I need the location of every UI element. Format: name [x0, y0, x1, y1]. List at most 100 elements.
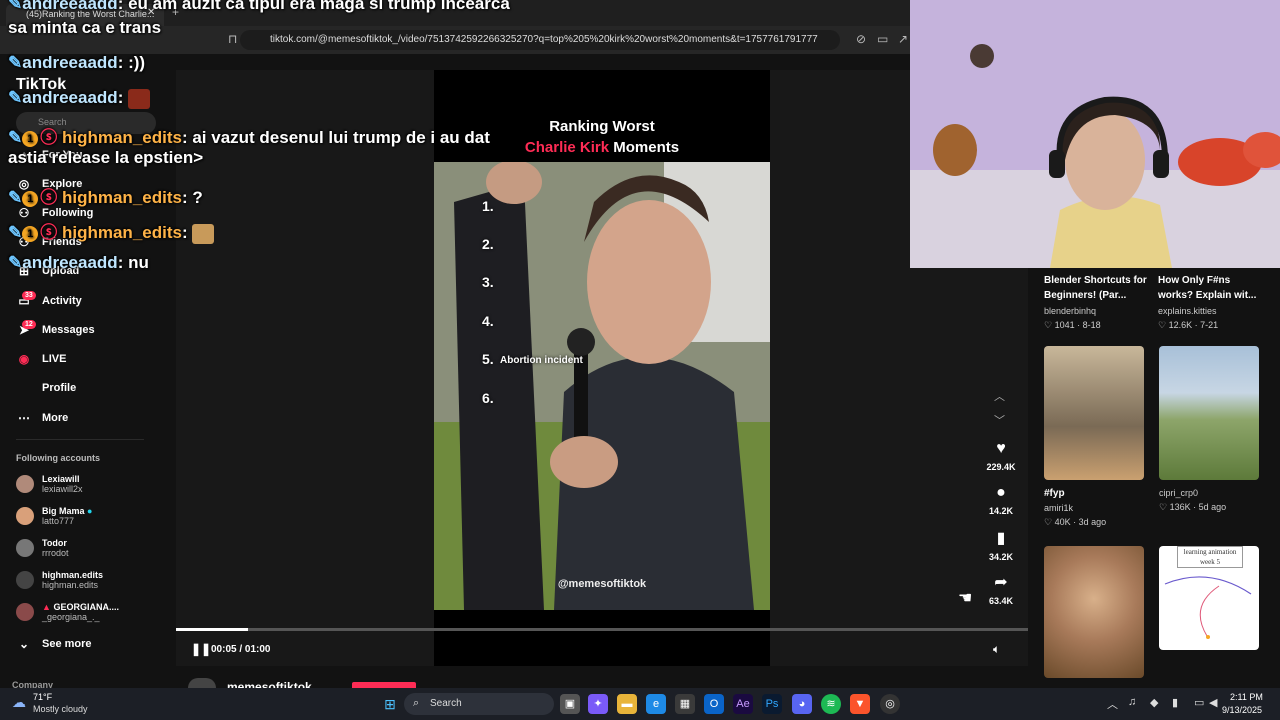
window-icon[interactable]: ▭ [877, 32, 888, 46]
chat-message: ✎andreeaadd: :)) [8, 53, 146, 72]
tray-vpn-icon[interactable]: ◆ [1150, 696, 1158, 709]
video-frame[interactable]: 1. 2. 3. 4. 5. Abortion incident 6. [434, 162, 770, 610]
rec-thumbnail[interactable] [1044, 346, 1144, 480]
pause-icon[interactable]: ❚❚ [191, 642, 211, 656]
share-arrow-icon: ➦ [994, 574, 1008, 591]
rec-title[interactable]: Blender Shortcuts for Beginners! (Par... [1044, 273, 1150, 303]
see-more-label: See more [42, 638, 92, 650]
rank-label: Abortion incident [500, 355, 583, 366]
rec-thumbnail[interactable]: learning animation week 5 [1159, 546, 1259, 650]
like-button[interactable]: ♥ 229.4K [980, 440, 1022, 472]
pencil-badge-icon: ✎ [8, 188, 23, 207]
store-icon[interactable]: ▦ [675, 694, 695, 714]
tray-volume-icon[interactable]: ◀ [1209, 696, 1217, 709]
sub-badge-icon: 1 [22, 190, 39, 207]
like-count: 229.4K [986, 462, 1016, 472]
photoshop-icon[interactable]: Ps [762, 694, 782, 714]
reader-icon[interactable]: ⊘ [856, 32, 866, 46]
emote-icon [192, 223, 215, 244]
save-button[interactable]: ▮ 34.2K [980, 528, 1022, 562]
pencil-badge-icon: ✎ [8, 88, 23, 107]
chevron-up-icon[interactable]: ︿ [994, 388, 1005, 404]
share-icon[interactable]: ↗ [898, 32, 908, 46]
weather-desc[interactable]: Mostly cloudy [33, 704, 88, 714]
rec-title[interactable]: How Only F#ns works? Explain wit... [1158, 273, 1264, 303]
outlook-icon[interactable]: O [704, 694, 724, 714]
video-timecode: 00:05 / 01:00 [211, 644, 271, 655]
volume-icon[interactable]: 🔈︎ [993, 642, 1000, 657]
chat-message: ✎andreeaadd: eu am auzit ca tipul era ma… [8, 0, 510, 14]
flame-badge-icon: ⓢ [40, 188, 58, 207]
following-accounts-title: Following accounts [16, 453, 101, 463]
nav-profile[interactable]: Profile [16, 382, 76, 394]
nav-live[interactable]: ◉ LIVE [16, 352, 67, 366]
live-icon: ◉ [18, 352, 30, 366]
more-icon: ⋯ [18, 411, 30, 425]
brave-icon[interactable]: ▼ [850, 694, 870, 714]
tray-chevron-icon[interactable]: ︿ [1107, 696, 1118, 712]
progress-track[interactable] [176, 628, 1028, 631]
account-item[interactable]: Todor rrrodot [16, 538, 69, 558]
avatar [16, 539, 34, 557]
sub-badge-icon: 1 [22, 130, 39, 147]
comment-button[interactable]: ● 14.2K [980, 484, 1022, 516]
nav-more[interactable]: ⋯ More [16, 411, 68, 425]
tray-network-icon[interactable]: ▭ [1194, 696, 1204, 709]
discord-icon[interactable]: ◕ [792, 694, 812, 714]
bookmark-icon: ▮ [996, 530, 1006, 547]
copilot-icon[interactable]: ✦ [588, 694, 608, 714]
taskbar-search[interactable]: Search [404, 693, 554, 715]
bookmark-icon[interactable]: ⊓ [228, 32, 237, 46]
tray-mic-icon[interactable]: ▮ [1172, 696, 1178, 709]
account-name: highman.edits [42, 570, 104, 580]
hand-cursor-icon: ☚ [958, 590, 973, 607]
task-view-icon[interactable]: ▣ [560, 694, 580, 714]
video-author[interactable]: memesoftiktok [227, 680, 312, 688]
account-handle: _georgiana_._ [42, 612, 100, 622]
after-effects-icon[interactable]: Ae [733, 694, 753, 714]
see-more-button[interactable]: ⌄ See more [16, 637, 92, 651]
nav-label: Activity [42, 295, 82, 307]
emote-icon [128, 88, 151, 109]
sub-badge-icon: 1 [22, 225, 39, 242]
rank-number: 3. [482, 274, 494, 290]
activity-badge: 33 [22, 291, 36, 300]
address-bar[interactable]: tiktok.com/@memesoftiktok_/video/7513742… [240, 30, 840, 50]
obs-icon[interactable]: ◎ [880, 694, 900, 714]
tray-audio-icon[interactable]: ♫ [1128, 696, 1136, 708]
avatar [16, 507, 34, 525]
account-item[interactable]: ▲ GEORGIANA.... _georgiana_._ [16, 602, 119, 622]
start-icon[interactable]: ⊞ [380, 694, 400, 714]
rec-author[interactable]: amiri1k [1044, 503, 1073, 513]
weather-temp[interactable]: 71°F [33, 692, 52, 702]
rec-title[interactable]: #fyp [1044, 486, 1150, 501]
rec-author[interactable]: cipri_crp0 [1159, 488, 1198, 498]
windows-taskbar [0, 688, 1280, 720]
rank-number: 6. [482, 390, 494, 406]
weather-icon[interactable]: ☁ [12, 694, 26, 711]
account-item[interactable]: Big Mama ● latto777 [16, 506, 92, 526]
rec-author[interactable]: blenderbinhq [1044, 306, 1096, 316]
account-name: Big Mama ● [42, 506, 93, 516]
pencil-badge-icon: ✎ [8, 0, 23, 13]
search-icon: ⌕ [413, 697, 420, 709]
edge-icon[interactable]: e [646, 694, 666, 714]
chevron-down-icon[interactable]: ﹀ [994, 412, 1005, 428]
author-avatar[interactable] [188, 678, 216, 688]
spotify-icon[interactable]: ≋ [821, 694, 841, 714]
rec-stat: ♡ 12.6K · 7-21 [1158, 320, 1219, 330]
rec-thumbnail[interactable] [1044, 546, 1144, 678]
account-item[interactable]: highman.edits highman.edits [16, 570, 103, 590]
clock-date[interactable]: 9/13/2025 [1222, 705, 1262, 715]
rec-author[interactable]: explains.kitties [1158, 306, 1217, 316]
account-item[interactable]: Lexiawill lexiawill2x [16, 474, 83, 494]
animation-curve [1164, 576, 1252, 639]
messages-badge: 12 [22, 320, 36, 329]
chat-message: ✎ 1 ⓢ highman_edits: ai vazut desenul lui … [8, 128, 490, 147]
share-button[interactable]: ➦ 63.4K [980, 572, 1022, 606]
clock-time[interactable]: 2:11 PM [1230, 692, 1263, 702]
account-handle: latto777 [42, 516, 75, 526]
file-explorer-icon[interactable]: ▬ [617, 694, 637, 714]
account-name: Todor [42, 538, 67, 548]
rec-thumbnail[interactable] [1159, 346, 1259, 480]
